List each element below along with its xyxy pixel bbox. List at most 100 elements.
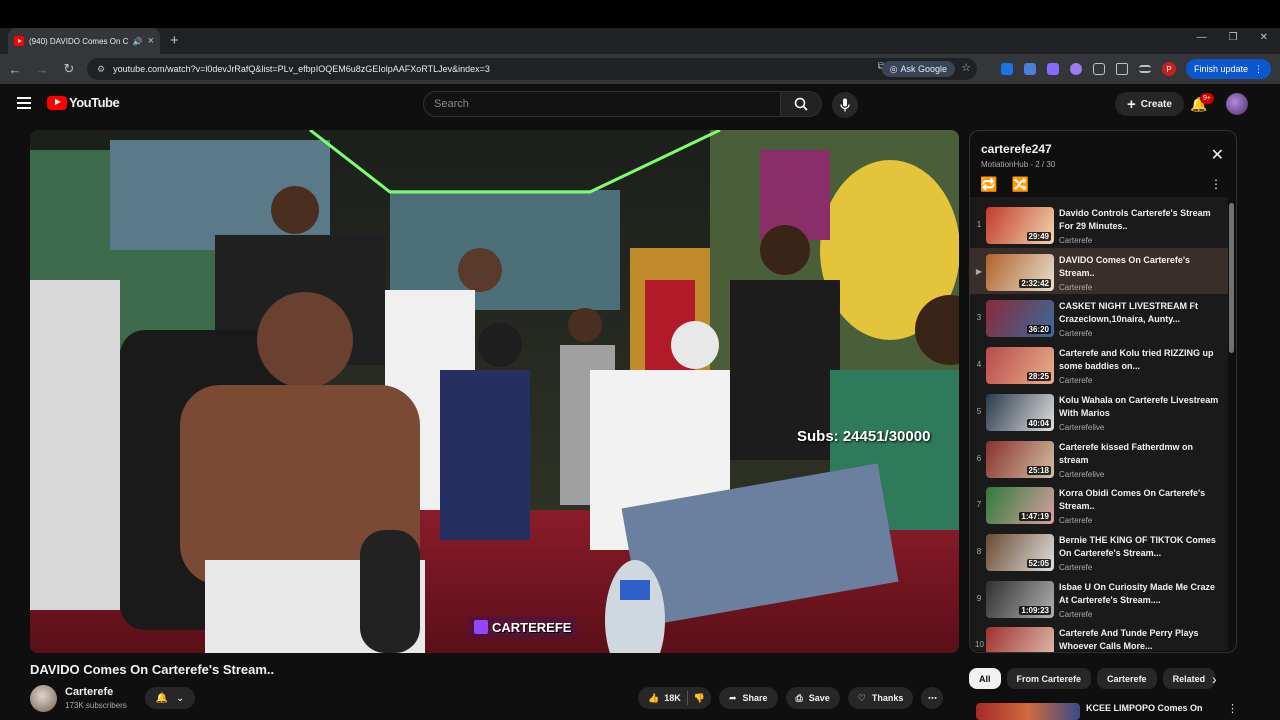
chevron-right-icon[interactable]: › <box>1212 671 1217 687</box>
playlist-item-index: 1 <box>976 220 982 229</box>
thanks-button[interactable]: ♡ Thanks <box>847 687 914 709</box>
chip-from-carterefe[interactable]: From Carterefe <box>1006 668 1092 689</box>
playlist-title[interactable]: carterefe247 <box>981 142 1052 156</box>
playlist-item-title: Davido Controls Carterefe's Stream For 2… <box>1059 208 1211 231</box>
minimize-icon[interactable]: — <box>1197 32 1207 43</box>
maximize-icon[interactable]: ❐ <box>1229 32 1238 43</box>
next-video-item[interactable]: KCEE LIMPOPO Comes On ⋮ <box>969 700 1238 720</box>
playlist-item-index: 8 <box>976 546 982 556</box>
duration-badge: 1:47:19 <box>1019 512 1051 522</box>
puzzle-icon[interactable] <box>1093 63 1105 75</box>
playlist-item[interactable]: 4 28:25 Carterefe and Kolu tried RIZZING u… <box>970 341 1228 387</box>
playlist-menu-icon[interactable]: ⋮ <box>1210 177 1222 191</box>
playlist-item[interactable]: 10 44:51 Carterefe And Tunde Perry Plays W… <box>970 621 1228 652</box>
search-input[interactable]: Search <box>423 91 781 117</box>
playlist-item-thumbnail[interactable]: 1:47:19 <box>986 487 1054 525</box>
playlist-item-index: 5 <box>976 406 982 416</box>
playlist-item-index: 10 <box>975 640 984 650</box>
youtube-logo[interactable]: YouTube <box>47 95 120 110</box>
browser-tab[interactable]: (940) DAVIDO Comes On Ca 🔊 × <box>8 28 160 54</box>
playlist-item[interactable]: 6 25:18 Carterefe kissed Fatherdmw on stre… <box>970 435 1228 481</box>
playlist-item-channel: Carterefe <box>1059 562 1093 572</box>
playlist-item-thumbnail[interactable]: 52:05 <box>986 533 1054 571</box>
playlist-item-thumbnail[interactable]: 44:51 <box>986 627 1054 652</box>
channel-avatar[interactable] <box>30 685 57 712</box>
new-tab-icon[interactable]: + <box>170 32 179 49</box>
youtube-header: YouTube Search + Create 🔔 9+ <box>0 84 1280 124</box>
playlist-item-channel: Carterefe <box>1059 609 1093 619</box>
playlist-item-title: Bernie THE KING OF TIKTOK Comes On Carte… <box>1059 534 1216 558</box>
bookmark-star-icon[interactable]: ☆ <box>961 61 971 74</box>
playlist-item-thumbnail[interactable]: 25:18 <box>986 440 1054 478</box>
hamburger-menu-icon[interactable] <box>17 97 31 109</box>
divider <box>686 691 688 705</box>
voice-search-button[interactable] <box>832 92 858 118</box>
create-button[interactable]: + Create <box>1115 92 1184 116</box>
screen-top-bar <box>0 0 1280 28</box>
chip-all[interactable]: All <box>969 668 1001 689</box>
playlist-item-thumbnail[interactable]: 36:20 <box>986 300 1054 338</box>
playlist-item-title: Kolu Wahala on Carterefe Livestream With… <box>1059 394 1219 418</box>
extension-icon[interactable] <box>1001 63 1013 75</box>
close-playlist-icon[interactable]: ✕ <box>1211 145 1224 165</box>
playlist-item[interactable]: 7 1:47:19 Korra Obidi Comes On Carterefe's… <box>970 481 1228 527</box>
duration-badge: 1:09:23 <box>1019 605 1051 615</box>
playlist-items: 1 29:49 Davido Controls Carterefe's Stream… <box>970 197 1228 652</box>
playlist-item[interactable]: 9 1:09:23 Isbae U On Curiosity Made Me Cra… <box>970 575 1228 621</box>
playlist-item-channel: Carterefe <box>1059 329 1093 339</box>
video-player[interactable]: Subs: 24451/30000 <box>30 130 959 653</box>
playlist-item[interactable]: ▶ 2:32:42 DAVIDO Comes On Carterefe's Stre… <box>970 247 1228 294</box>
account-avatar[interactable] <box>1226 93 1248 115</box>
playlist-scrollbar[interactable] <box>1229 203 1234 353</box>
playlist-item-title: DAVIDO Comes On Carterefe's Stream.. <box>1059 254 1191 278</box>
profile-avatar[interactable]: P <box>1162 62 1176 76</box>
search-button[interactable] <box>780 91 822 117</box>
thanks-heart-icon: ♡ <box>857 692 866 703</box>
back-icon[interactable]: ← <box>3 62 27 77</box>
share-button[interactable]: ➦ Share <box>718 687 778 709</box>
audio-icon[interactable]: 🔊 <box>133 37 143 46</box>
playlist-item[interactable]: 5 40:04 Kolu Wahala on Carterefe Livestrea… <box>970 388 1228 434</box>
video-title: DAVIDO Comes On Carterefe's Stream.. <box>30 662 275 677</box>
playlist-item-thumbnail[interactable]: 40:04 <box>986 393 1054 431</box>
loop-icon[interactable]: 🔁 <box>980 176 997 193</box>
more-dots-icon[interactable]: ⋮ <box>1227 702 1238 715</box>
notification-count-badge: 9+ <box>1200 93 1214 104</box>
ask-google-button[interactable]: ◎ Ask Google <box>881 61 955 77</box>
forward-icon[interactable]: → <box>30 62 54 77</box>
shield-extension-icon[interactable] <box>1047 63 1059 75</box>
playlist-item-thumbnail[interactable]: 2:32:42 <box>986 253 1054 291</box>
media-control-icon[interactable] <box>1139 65 1151 73</box>
playlist-item[interactable]: 8 52:05 Bernie THE KING OF TIKTOK Comes On… <box>970 528 1228 574</box>
related-filter-chips: All From Carterefe Carterefe Related <box>969 668 1216 689</box>
close-tab-icon[interactable]: × <box>148 35 154 47</box>
subscriber-count: 173K subscribers <box>65 701 127 710</box>
dislike-button[interactable]: 👎 <box>694 693 705 704</box>
translate-extension-icon[interactable] <box>1024 63 1036 75</box>
playlist-item[interactable]: 1 29:49 Davido Controls Carterefe's Stream… <box>970 201 1228 247</box>
save-button[interactable]: ⎙ Save <box>785 687 840 709</box>
reading-mode-icon[interactable] <box>1116 63 1128 75</box>
subscribed-bell-button[interactable]: 🔔 ⌄ <box>145 687 195 709</box>
site-info-icon[interactable]: ⚙ <box>97 64 105 75</box>
chip-related[interactable]: Related <box>1162 668 1216 689</box>
playlist-item-thumbnail[interactable]: 1:09:23 <box>986 580 1054 618</box>
close-window-icon[interactable]: ✕ <box>1260 32 1268 43</box>
address-bar[interactable]: ⚙ youtube.com/watch?v=l0devJrRafQ&list=P… <box>87 58 977 80</box>
playlist-item-title: Carterefe and Kolu tried RIZZING up some… <box>1059 348 1214 372</box>
like-button[interactable]: 👍 18K <box>648 693 681 704</box>
playlist-item-thumbnail[interactable]: 29:49 <box>986 207 1054 244</box>
channel-name[interactable]: Carterefe <box>65 686 113 698</box>
chip-carterefe[interactable]: Carterefe <box>1097 668 1157 689</box>
lens-icon: ◎ <box>889 63 898 74</box>
ai-extension-icon[interactable] <box>1070 63 1082 75</box>
next-video-thumbnail[interactable] <box>976 703 1080 720</box>
more-actions-button[interactable]: ⋯ <box>921 687 944 709</box>
playlist-item[interactable]: 3 36:20 CASKET NIGHT LIVESTREAM Ft Crazecl… <box>970 294 1228 340</box>
playlist-item-index: 7 <box>976 500 982 510</box>
reload-icon[interactable]: ↻ <box>57 61 81 77</box>
finish-update-button[interactable]: Finish update ⋮ <box>1186 59 1272 79</box>
save-icon: ⎙ <box>795 692 803 703</box>
playlist-item-thumbnail[interactable]: 28:25 <box>986 347 1054 385</box>
shuffle-icon[interactable]: 🔀 <box>1011 176 1028 193</box>
